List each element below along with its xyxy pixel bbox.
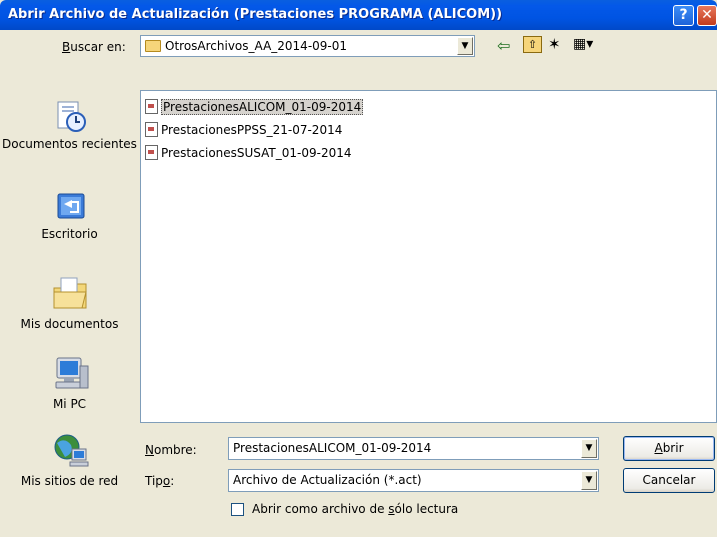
list-item[interactable]: PrestacionesALICOM_01-09-2014: [145, 99, 364, 117]
file-list[interactable]: PrestacionesALICOM_01-09-2014 Prestacion…: [140, 90, 717, 423]
lookin-value: OtrosArchivos_AA_2014-09-01: [165, 39, 348, 53]
close-button[interactable]: ✕: [697, 5, 717, 26]
lookin-label: Buscar en:: [62, 40, 126, 54]
place-my-documents[interactable]: Mis documentos: [0, 274, 139, 331]
readonly-checkbox[interactable]: [231, 503, 244, 516]
place-label-my-computer: Mi PC: [52, 397, 87, 411]
file-icon: [145, 145, 158, 160]
up-folder-icon[interactable]: ⇧: [523, 36, 542, 53]
file-icon: [145, 122, 158, 137]
filename-label: Nombre:: [145, 443, 197, 457]
place-network[interactable]: Mis sitios de red: [0, 431, 139, 488]
network-places-icon: [54, 434, 88, 467]
file-name: PrestacionesPPSS_21-07-2014: [161, 123, 343, 137]
close-icon: ✕: [701, 7, 713, 23]
window-title: Abrir Archivo de Actualización (Prestaci…: [8, 7, 503, 22]
list-item[interactable]: PrestacionesSUSAT_01-09-2014: [145, 145, 352, 163]
title-bar[interactable]: Abrir Archivo de Actualización (Prestaci…: [0, 0, 717, 30]
readonly-label: Abrir como archivo de sólo lectura: [252, 502, 459, 516]
chevron-down-icon[interactable]: ▼: [457, 37, 473, 55]
place-label-desktop: Escritorio: [41, 227, 98, 241]
list-item[interactable]: PrestacionesPPSS_21-07-2014: [145, 122, 343, 140]
views-menu-icon[interactable]: ▦▾: [573, 36, 593, 52]
help-button[interactable]: ?: [673, 5, 694, 26]
desktop-icon: [57, 193, 84, 219]
place-my-computer[interactable]: Mi PC: [0, 354, 139, 411]
chevron-down-icon[interactable]: ▼: [581, 439, 597, 458]
place-recent[interactable]: Documentos recientes: [0, 100, 139, 151]
place-label-my-documents: Mis documentos: [20, 317, 119, 331]
place-label-recent: Documentos recientes: [2, 137, 137, 151]
back-icon[interactable]: ⇦: [497, 36, 510, 55]
cancel-button[interactable]: Cancelar: [623, 468, 715, 493]
new-folder-icon[interactable]: ✶: [548, 35, 561, 53]
place-desktop[interactable]: Escritorio: [0, 190, 139, 241]
lookin-combo[interactable]: OtrosArchivos_AA_2014-09-01 ▼: [140, 35, 475, 57]
filename-input[interactable]: PrestacionesALICOM_01-09-2014 ▼: [228, 437, 599, 460]
place-label-network: Mis sitios de red: [20, 474, 119, 488]
open-button[interactable]: Abrir: [623, 436, 715, 461]
file-name: PrestacionesALICOM_01-09-2014: [161, 99, 364, 115]
filename-value: PrestacionesALICOM_01-09-2014: [233, 441, 432, 455]
file-icon: [145, 99, 158, 114]
filetype-combo[interactable]: Archivo de Actualización (*.act) ▼: [228, 469, 599, 492]
chevron-down-icon[interactable]: ▼: [581, 471, 597, 490]
filetype-value: Archivo de Actualización (*.act): [233, 473, 422, 487]
folder-icon: [145, 39, 161, 52]
places-bar: Documentos recientes Escritorio Mis docu…: [0, 86, 139, 531]
my-documents-icon: [53, 277, 87, 309]
recent-documents-icon: [57, 101, 86, 132]
filetype-label: Tipo:: [145, 474, 175, 488]
file-name: PrestacionesSUSAT_01-09-2014: [161, 146, 352, 160]
my-computer-icon: [55, 357, 88, 389]
